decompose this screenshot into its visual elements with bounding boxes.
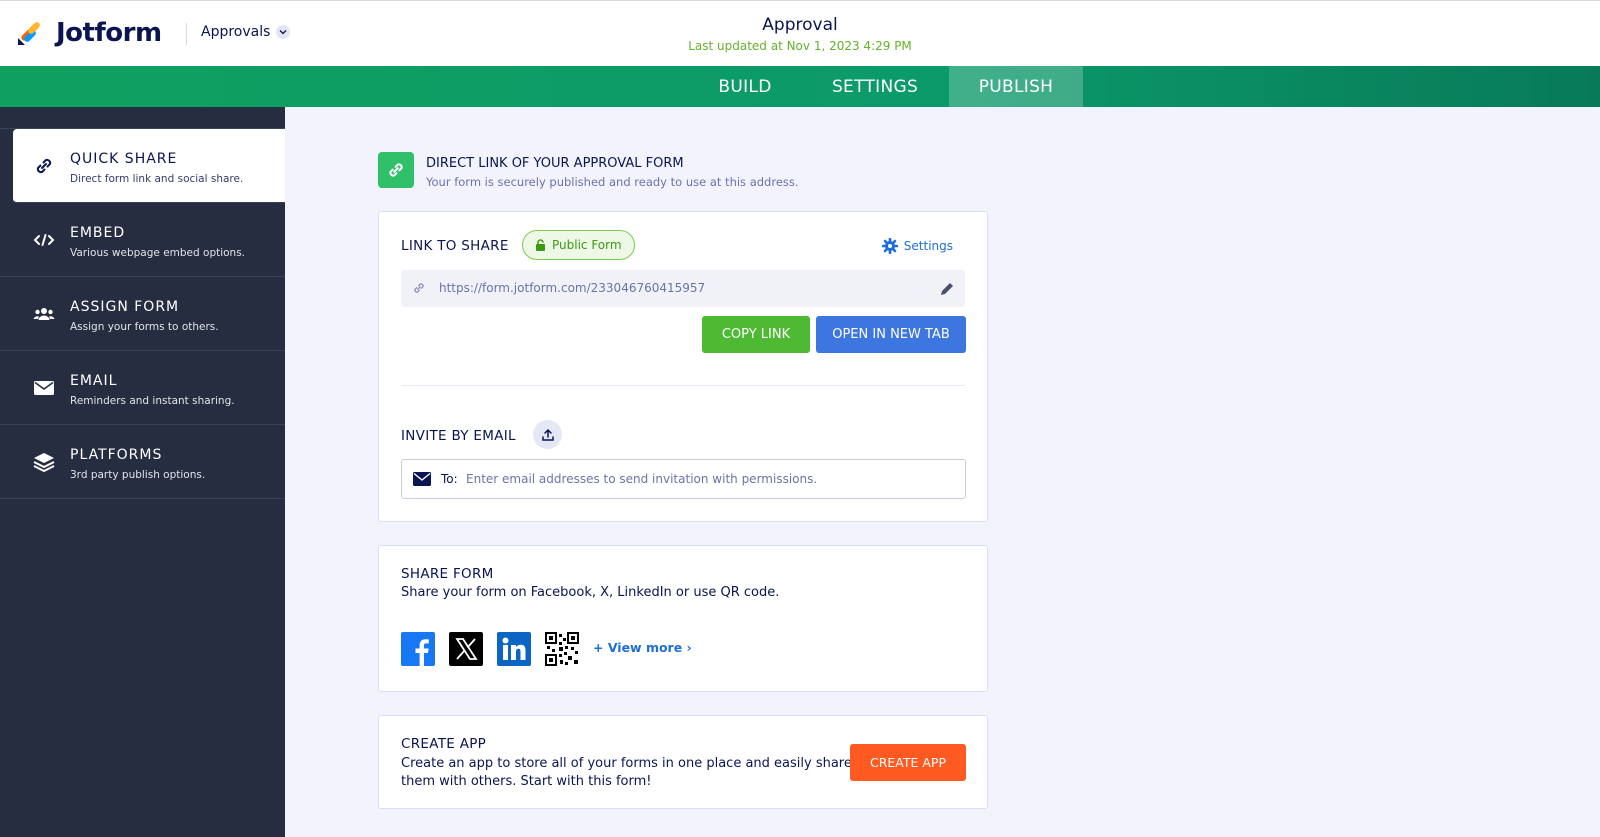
upload-icon[interactable] <box>533 420 562 449</box>
sidebar-item-assign-form[interactable]: ASSIGN FORM Assign your forms to others. <box>0 277 285 351</box>
form-title: Approval <box>762 15 838 35</box>
last-updated: Last updated at Nov 1, 2023 4:29 PM <box>688 39 912 53</box>
sidebar-item-title: QUICK SHARE <box>70 151 178 167</box>
sidebar-item-email[interactable]: EMAIL Reminders and instant sharing. <box>0 351 285 425</box>
share-form-card: SHARE FORM Share your form on Facebook, … <box>378 545 988 692</box>
users-icon <box>33 308 55 320</box>
section-divider <box>401 385 965 386</box>
sidebar-item-title: EMAIL <box>70 373 118 389</box>
sidebar-item-desc: Direct form link and social share. <box>70 173 244 185</box>
create-app-title: CREATE APP <box>401 736 487 752</box>
sidebar-item-title: ASSIGN FORM <box>70 299 180 315</box>
x-icon[interactable] <box>449 632 483 666</box>
link-icon <box>378 152 414 188</box>
email-placeholder: Enter email addresses to send invitation… <box>466 472 818 486</box>
tab-settings[interactable]: SETTINGS <box>815 66 935 107</box>
tab-publish[interactable]: PUBLISH <box>949 66 1083 107</box>
to-label: To: <box>441 472 458 486</box>
invite-email-input[interactable]: To: Enter email addresses to send invita… <box>401 459 966 499</box>
sidebar-item-title: PLATFORMS <box>70 447 163 463</box>
lock-icon <box>536 239 545 251</box>
public-form-badge[interactable]: Public Form <box>522 230 635 260</box>
sidebar-item-quick-share[interactable]: QUICK SHARE Direct form link and social … <box>13 129 285 203</box>
pencil-icon[interactable] <box>939 281 955 297</box>
facebook-icon[interactable] <box>401 632 435 666</box>
sidebar-item-embed[interactable]: EMBED Various webpage embed options. <box>0 203 285 277</box>
create-app-desc-line1: Create an app to store all of your forms… <box>401 756 852 771</box>
form-url: https://form.jotform.com/233046760415957 <box>439 281 706 295</box>
link-to-share-label: LINK TO SHARE <box>401 238 509 254</box>
form-url-field[interactable]: https://form.jotform.com/233046760415957 <box>401 270 965 307</box>
layers-icon <box>33 453 55 472</box>
publish-sidebar: QUICK SHARE Direct form link and social … <box>0 107 285 837</box>
create-app-button[interactable]: CREATE APP <box>850 744 966 781</box>
sidebar-item-desc: Assign your forms to others. <box>70 321 219 333</box>
direct-link-title: DIRECT LINK OF YOUR APPROVAL FORM <box>426 156 684 171</box>
sidebar-item-desc: 3rd party publish options. <box>70 469 206 481</box>
direct-link-desc: Your form is securely published and read… <box>426 175 799 189</box>
invite-by-email-label: INVITE BY EMAIL <box>401 428 516 444</box>
gear-icon <box>881 238 898 254</box>
share-form-desc: Share your form on Facebook, X, LinkedIn… <box>401 585 780 600</box>
share-form-title: SHARE FORM <box>401 566 494 582</box>
public-form-label: Public Form <box>552 238 622 252</box>
code-icon <box>33 234 55 246</box>
app-header: Jotform Approvals Approval Last updated … <box>0 0 1600 66</box>
settings-label: Settings <box>903 239 953 253</box>
sidebar-item-desc: Various webpage embed options. <box>70 247 246 259</box>
link-share-card: LINK TO SHARE Public Form Settings https… <box>378 211 988 522</box>
sidebar-top-spacer <box>0 107 285 129</box>
envelope-icon <box>34 381 54 395</box>
form-title-block: Approval Last updated at Nov 1, 2023 4:2… <box>0 15 1600 53</box>
create-app-card: CREATE APP Create an app to store all of… <box>378 715 988 809</box>
qr-code-icon[interactable] <box>545 632 579 666</box>
link-icon <box>414 283 424 293</box>
create-app-desc-line2: them with others. Start with this form! <box>401 774 652 789</box>
view-more-link[interactable]: + View more › <box>593 640 692 655</box>
builder-tab-bar: BUILD SETTINGS PUBLISH <box>0 66 1600 107</box>
linkedin-icon[interactable] <box>497 632 531 666</box>
sidebar-item-platforms[interactable]: PLATFORMS 3rd party publish options. <box>0 425 285 499</box>
tab-build[interactable]: BUILD <box>695 66 795 107</box>
open-new-tab-button[interactable]: OPEN IN NEW TAB <box>816 316 966 353</box>
copy-link-button[interactable]: COPY LINK <box>702 316 810 353</box>
sidebar-item-title: EMBED <box>70 225 126 241</box>
sidebar-item-desc: Reminders and instant sharing. <box>70 395 235 407</box>
settings-link[interactable]: Settings <box>881 238 953 254</box>
envelope-icon <box>413 472 431 486</box>
link-icon <box>36 158 52 174</box>
